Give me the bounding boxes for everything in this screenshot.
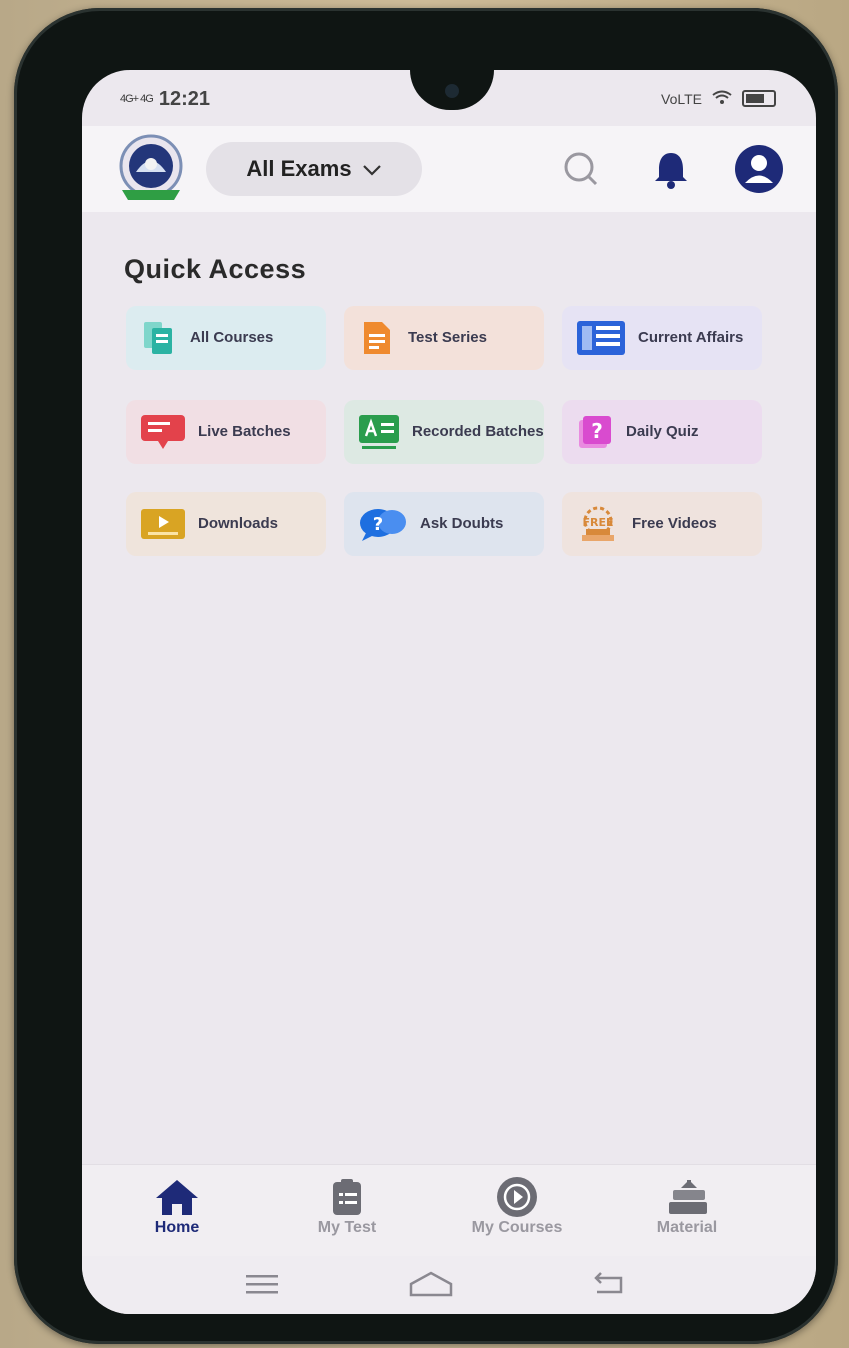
clipboard-icon — [272, 1175, 422, 1219]
play-circle-icon — [442, 1175, 592, 1219]
nav-label: My Test — [317, 1219, 377, 1236]
tile-label: Current Affairs — [638, 329, 744, 346]
svg-text:?: ? — [591, 419, 603, 443]
signal-indicators: 4G+ 4G — [120, 93, 154, 105]
volte-indicator: VoLTE — [661, 90, 702, 107]
tile-label: Test Series — [408, 329, 487, 346]
tile-label: Free Videos — [632, 515, 717, 532]
nav-home[interactable]: Home — [102, 1175, 252, 1237]
tile-label: Downloads — [198, 515, 279, 532]
profile-avatar-icon[interactable] — [734, 144, 784, 194]
tile-live-batches[interactable]: Live Batches — [126, 400, 326, 464]
svg-text:?: ? — [373, 514, 383, 535]
bottom-navigation: Home My Test My Courses Material — [82, 1164, 816, 1257]
tile-label: Recorded Batches — [412, 423, 544, 440]
document-icon — [358, 319, 396, 357]
nav-my-courses[interactable]: My Courses — [442, 1175, 592, 1237]
nav-my-test[interactable]: My Test — [272, 1175, 422, 1237]
tile-label: Ask Doubts — [420, 515, 504, 532]
download-icon — [140, 505, 186, 543]
tile-recorded-batches[interactable]: Recorded Batches — [344, 400, 544, 464]
chevron-down-icon — [362, 156, 382, 182]
app-screen: 4G+ 4G 12:21 VoLTE All Exams Quick Acces… — [82, 70, 816, 1314]
tile-label: All Courses — [190, 329, 274, 346]
free-video-icon: FREE — [576, 505, 620, 543]
nav-label: My Courses — [471, 1219, 563, 1236]
tile-downloads[interactable]: Downloads — [126, 492, 326, 556]
books-icon — [612, 1175, 762, 1219]
svg-text:FREE: FREE — [582, 516, 613, 529]
bell-icon[interactable] — [650, 148, 692, 190]
menu-icon[interactable] — [242, 1270, 282, 1298]
nav-label: Home — [154, 1219, 200, 1236]
chat-question-icon: ? — [358, 505, 408, 543]
tile-current-affairs[interactable]: Current Affairs — [562, 306, 762, 370]
tile-label: Daily Quiz — [626, 423, 699, 440]
quiz-icon: ? — [576, 413, 614, 451]
nav-label: Material — [656, 1219, 718, 1236]
quick-access-title: Quick Access — [124, 254, 307, 284]
home-icon — [102, 1175, 252, 1219]
tile-ask-doubts[interactable]: ? Ask Doubts — [344, 492, 544, 556]
tile-daily-quiz[interactable]: ? Daily Quiz — [562, 400, 762, 464]
back-icon[interactable] — [588, 1270, 628, 1298]
exam-selector[interactable]: All Exams — [206, 142, 422, 196]
nav-material[interactable]: Material — [612, 1175, 762, 1237]
courses-icon — [140, 319, 178, 357]
exam-selector-label: All Exams — [246, 156, 352, 181]
search-icon[interactable] — [560, 148, 602, 190]
phone-frame: 4G+ 4G 12:21 VoLTE All Exams Quick Acces… — [14, 8, 838, 1344]
app-header: All Exams — [82, 126, 816, 212]
system-navigation-bar — [82, 1256, 816, 1314]
battery-icon — [742, 90, 776, 107]
live-icon — [140, 413, 186, 451]
institute-logo[interactable] — [114, 134, 188, 204]
recorded-icon — [358, 413, 400, 451]
tile-all-courses[interactable]: All Courses — [126, 306, 326, 370]
tile-free-videos[interactable]: FREE Free Videos — [562, 492, 762, 556]
wifi-icon — [712, 90, 732, 107]
tile-label: Live Batches — [198, 423, 291, 440]
newspaper-icon — [576, 319, 626, 357]
status-time: 12:21 — [158, 88, 210, 110]
tile-test-series[interactable]: Test Series — [344, 306, 544, 370]
home-button-icon[interactable] — [408, 1270, 454, 1298]
